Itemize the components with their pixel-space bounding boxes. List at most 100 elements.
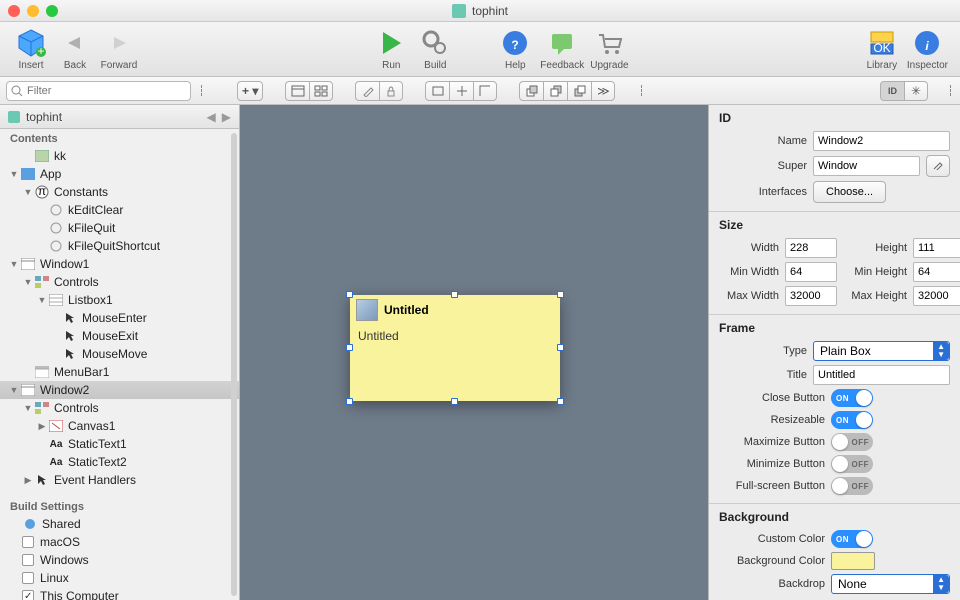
width-input[interactable]	[785, 238, 837, 258]
gear-icon: ✳	[911, 84, 921, 98]
tree-item-statictext1[interactable]: AaStaticText1	[0, 435, 239, 453]
tree-item-constants[interactable]: ▼πConstants	[0, 183, 239, 201]
build-settings-label: Build Settings	[0, 497, 239, 515]
tree-item-eventhandlers[interactable]: ▶Event Handlers	[0, 471, 239, 489]
selection-handle[interactable]	[557, 398, 564, 405]
edit-button[interactable]	[355, 81, 379, 101]
text-icon: Aa	[48, 437, 64, 451]
build-item-windows[interactable]: Windows	[0, 551, 239, 569]
order-button-3[interactable]	[567, 81, 591, 101]
tree-item-window1[interactable]: ▼Window1	[0, 255, 239, 273]
tree-item-controls-2[interactable]: ▼Controls	[0, 399, 239, 417]
selection-handle[interactable]	[346, 398, 353, 405]
build-item-shared[interactable]: Shared	[0, 515, 239, 533]
selection-handle[interactable]	[346, 291, 353, 298]
selection-handle[interactable]	[451, 291, 458, 298]
build-button[interactable]: Build	[416, 28, 454, 71]
upgrade-button[interactable]: Upgrade	[590, 28, 628, 71]
tree-item-menubar1[interactable]: MenuBar1	[0, 363, 239, 381]
insert-button[interactable]: + Insert	[12, 28, 50, 71]
tree-item-listbox1[interactable]: ▼Listbox1	[0, 291, 239, 309]
tree-item-kfilequitshortcut[interactable]: kFileQuitShortcut	[0, 237, 239, 255]
feedback-button[interactable]: Feedback	[540, 28, 584, 71]
align-button-2[interactable]	[449, 81, 473, 101]
backdrop-label: Backdrop	[719, 578, 825, 590]
preview-avatar-icon	[356, 299, 378, 321]
nav-forward-button[interactable]: ▶	[222, 110, 231, 124]
checkbox[interactable]	[22, 536, 34, 548]
lock-button[interactable]	[379, 81, 403, 101]
cursor-icon	[34, 473, 50, 487]
tree-item-controls-1[interactable]: ▼Controls	[0, 273, 239, 291]
minheight-input[interactable]	[913, 262, 960, 282]
nav-back-button[interactable]: ◀	[207, 110, 216, 124]
navigator-scrollbar[interactable]	[231, 133, 237, 596]
chevron-right-icon: ≫	[597, 84, 610, 98]
fullscreen-button-switch[interactable]: OFF	[831, 477, 873, 495]
background-color-swatch[interactable]	[831, 552, 875, 570]
selection-handle[interactable]	[557, 344, 564, 351]
type-select[interactable]: Plain Box▲▼	[813, 341, 950, 361]
minimize-button-switch[interactable]: OFF	[831, 455, 873, 473]
super-input[interactable]	[813, 156, 920, 176]
build-item-linux[interactable]: Linux	[0, 569, 239, 587]
tree-item-mouseexit[interactable]: MouseExit	[0, 327, 239, 345]
selection-handle[interactable]	[451, 398, 458, 405]
minwidth-input[interactable]	[785, 262, 837, 282]
close-button-switch[interactable]: ON	[831, 389, 873, 407]
grid-view-button[interactable]	[309, 81, 333, 101]
overflow-button[interactable]: ≫	[591, 81, 615, 101]
backdrop-select[interactable]: None▲▼	[831, 574, 950, 594]
close-window-button[interactable]	[8, 5, 20, 17]
checkbox[interactable]	[22, 590, 34, 600]
name-label: Name	[719, 135, 807, 147]
tree-item-app[interactable]: ▼App	[0, 165, 239, 183]
maxheight-input[interactable]	[913, 286, 960, 306]
help-button[interactable]: ? Help	[496, 28, 534, 71]
title-input[interactable]	[813, 365, 950, 385]
inspector-button[interactable]: i Inspector	[907, 28, 948, 71]
align-button-1[interactable]	[425, 81, 449, 101]
zoom-window-button[interactable]	[46, 5, 58, 17]
minimize-window-button[interactable]	[27, 5, 39, 17]
tree-item-kk[interactable]: kk	[0, 147, 239, 165]
maximize-button-switch[interactable]: OFF	[831, 433, 873, 451]
custom-color-switch[interactable]: ON	[831, 530, 873, 548]
tree-item-window2[interactable]: ▼Window2	[0, 381, 239, 399]
add-item-button[interactable]: + ▾	[237, 81, 263, 101]
tree-item-keditclear[interactable]: kEditClear	[0, 201, 239, 219]
selection-handle[interactable]	[557, 291, 564, 298]
selection-handle[interactable]	[346, 344, 353, 351]
image-icon	[34, 149, 50, 163]
id-panel-button[interactable]: ID	[880, 81, 904, 101]
tree-item-mouseenter[interactable]: MouseEnter	[0, 309, 239, 327]
run-button[interactable]: Run	[372, 28, 410, 71]
window-preview[interactable]: Untitled Untitled	[350, 295, 560, 401]
build-item-macos[interactable]: macOS	[0, 533, 239, 551]
canvas-area[interactable]: Untitled Untitled	[240, 105, 708, 600]
align-button-3[interactable]	[473, 81, 497, 101]
checkbox[interactable]	[22, 554, 34, 566]
gear-panel-button[interactable]: ✳	[904, 81, 928, 101]
tree-item-statictext2[interactable]: AaStaticText2	[0, 453, 239, 471]
filter-input[interactable]	[27, 85, 186, 97]
name-input[interactable]	[813, 131, 950, 151]
library-button[interactable]: OK Library	[863, 28, 901, 71]
back-button[interactable]: Back	[56, 28, 94, 71]
tree-item-canvas1[interactable]: ▶Canvas1	[0, 417, 239, 435]
choose-interfaces-button[interactable]: Choose...	[813, 181, 886, 203]
background-color-label: Background Color	[719, 555, 825, 567]
build-item-thiscomputer[interactable]: This Computer	[0, 587, 239, 600]
edit-super-button[interactable]	[926, 155, 950, 177]
order-button-2[interactable]	[543, 81, 567, 101]
maxwidth-input[interactable]	[785, 286, 837, 306]
checkbox[interactable]	[22, 572, 34, 584]
layout-view-button[interactable]	[285, 81, 309, 101]
tree-item-kfilequit[interactable]: kFileQuit	[0, 219, 239, 237]
height-input[interactable]	[913, 238, 960, 258]
forward-button[interactable]: Forward	[100, 28, 138, 71]
filter-search[interactable]	[6, 81, 191, 101]
resizeable-switch[interactable]: ON	[831, 411, 873, 429]
tree-item-mousemove[interactable]: MouseMove	[0, 345, 239, 363]
order-button-1[interactable]	[519, 81, 543, 101]
